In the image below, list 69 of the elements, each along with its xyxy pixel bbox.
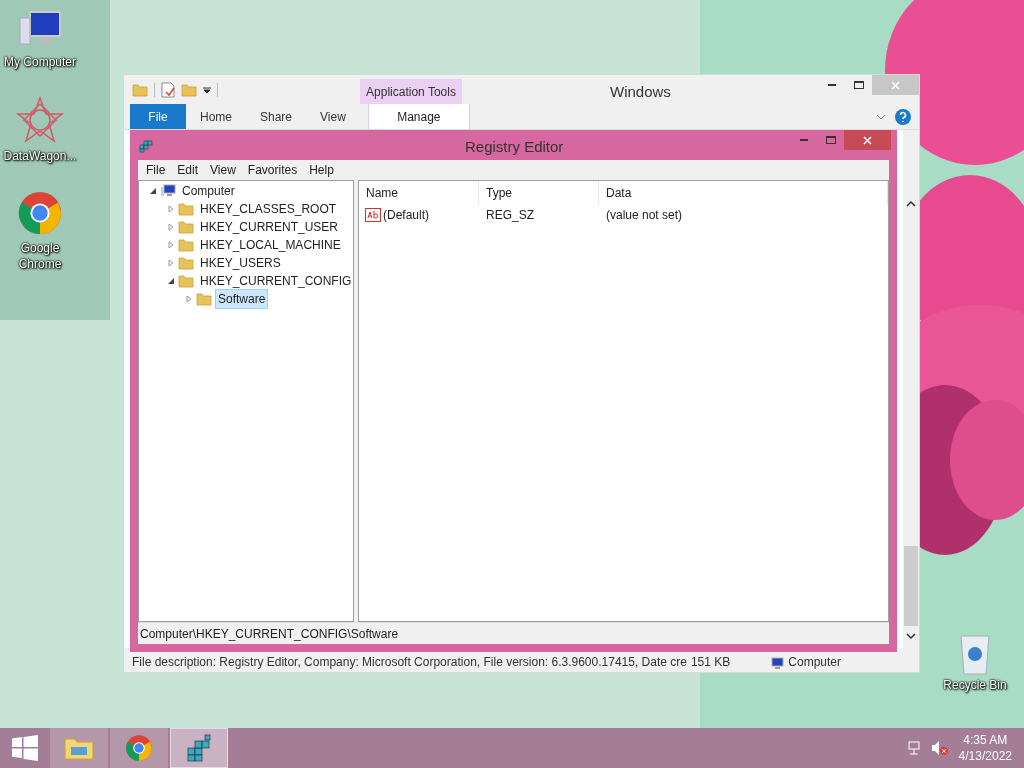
column-header[interactable]: Name	[359, 181, 479, 205]
menu-item[interactable]: Help	[303, 161, 340, 179]
contextual-group-label: Application Tools	[366, 83, 456, 101]
expand-arrow-icon[interactable]	[167, 241, 175, 249]
status-text: File description: Registry Editor, Company: Microsoft Corporation, File version: 6.3.9600.17415, Date cre	[132, 654, 687, 671]
column-header[interactable]: Data	[599, 181, 888, 205]
network-icon[interactable]	[906, 740, 923, 756]
ribbon-tab[interactable]: Home	[186, 104, 246, 129]
folder-icon	[178, 220, 194, 234]
tree-item[interactable]: HKEY_CURRENT_USER	[197, 217, 342, 237]
column-header[interactable]: Type	[479, 181, 599, 205]
expand-arrow-icon[interactable]	[185, 295, 193, 303]
chrome-icon	[125, 734, 153, 762]
table-cell-text: (value not set)	[605, 207, 683, 224]
scroll-down-icon[interactable]	[906, 632, 916, 640]
folder-icon	[196, 292, 212, 306]
cubes-icon	[184, 734, 214, 762]
folder-icon	[132, 82, 148, 97]
window-title: Windows	[610, 82, 671, 102]
cubes-icon	[138, 137, 154, 153]
folder-icon	[178, 202, 194, 216]
table-cell-text: REG_SZ	[485, 207, 535, 224]
status-location: Computer	[788, 654, 841, 671]
ribbon-tab[interactable]: Share	[246, 104, 307, 129]
ribbon-tab[interactable]: View	[306, 104, 360, 129]
tree-item[interactable]: HKEY_USERS	[197, 253, 284, 273]
taskbar-app-button[interactable]	[110, 728, 168, 768]
taskbar-app-button[interactable]	[170, 728, 228, 768]
scrollbar-thumb[interactable]	[904, 546, 918, 626]
collapse-arrow-icon[interactable]	[167, 277, 175, 285]
computer-icon	[160, 184, 176, 198]
folder-icon	[178, 238, 194, 252]
tree-item[interactable]: Software	[215, 289, 269, 309]
table-cell-text: (Default)	[383, 207, 429, 224]
chrome-icon	[17, 190, 63, 236]
string-value-icon	[365, 208, 381, 222]
close-button[interactable]	[844, 130, 891, 150]
computer-icon	[768, 657, 785, 671]
menu-item[interactable]: View	[204, 161, 242, 179]
status-path: Computer\HKEY_CURRENT_CONFIG\Software	[140, 625, 399, 643]
folder-icon	[178, 274, 194, 288]
tree-item[interactable]: Computer	[179, 181, 238, 201]
close-icon	[863, 135, 872, 145]
file-tab[interactable]: File	[130, 104, 186, 129]
window-title: Registry Editor	[465, 137, 564, 157]
expand-arrow-icon[interactable]	[167, 205, 175, 213]
close-icon	[891, 80, 900, 90]
expand-arrow-icon[interactable]	[167, 259, 175, 267]
scrollbar[interactable]	[903, 130, 919, 648]
collapse-arrow-icon[interactable]	[149, 187, 157, 195]
status-size: 151 KB	[690, 654, 731, 671]
tree-item[interactable]: HKEY_CURRENT_CONFIG	[197, 271, 355, 291]
recycle-bin-icon	[958, 632, 992, 676]
scroll-up-icon[interactable]	[906, 200, 916, 208]
help-icon[interactable]	[895, 108, 911, 125]
expand-arrow-icon[interactable]	[167, 223, 175, 231]
muted-speaker-icon[interactable]	[930, 740, 949, 756]
menu-item[interactable]: File	[140, 161, 172, 179]
tree-item[interactable]: HKEY_CLASSES_ROOT	[197, 199, 340, 219]
new-folder-icon	[181, 82, 197, 97]
folder-icon	[63, 735, 95, 761]
folder-icon	[178, 256, 194, 270]
properties-icon[interactable]	[161, 81, 175, 98]
menu-item[interactable]: Edit	[171, 161, 205, 179]
dropdown-arrow-icon[interactable]	[203, 85, 211, 94]
tree-item[interactable]: HKEY_LOCAL_MACHINE	[197, 235, 344, 255]
star-pattern-icon	[16, 96, 64, 144]
windows-logo-icon	[12, 735, 38, 761]
menu-item[interactable]: Favorites	[241, 161, 304, 179]
